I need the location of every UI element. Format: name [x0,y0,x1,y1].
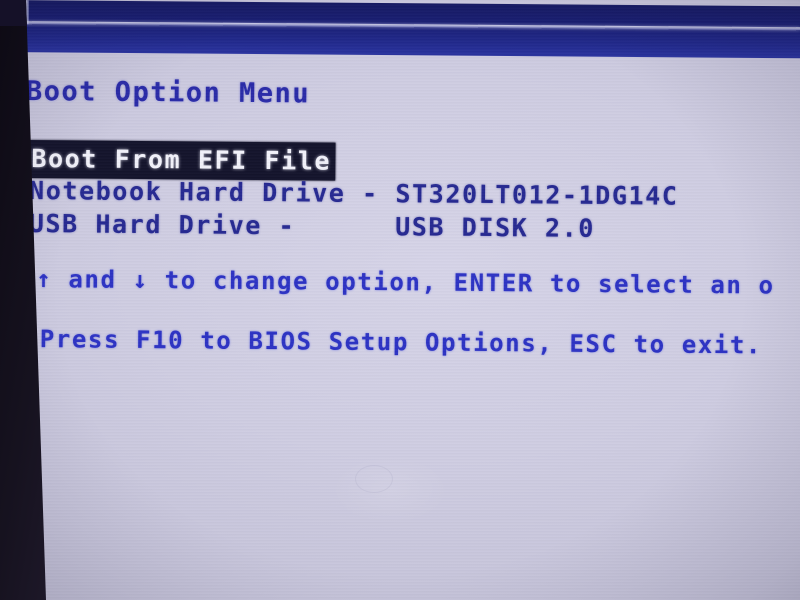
boot-option-efi-file[interactable]: Boot From EFI File [29,139,336,181]
bios-screen-photo: Boot Option Menu Boot From EFI File Note… [0,0,800,600]
bios-content-area: Boot Option Menu Boot From EFI File Note… [0,0,800,600]
hint-setup-and-exit: Press F10 to BIOS Setup Options, ESC to … [39,325,763,360]
page-title: Boot Option Menu [25,75,311,110]
boot-option-notebook-hard-drive[interactable]: Notebook Hard Drive - ST320LT012-1DG14C [29,176,679,211]
hint-change-option: ↑ and ↓ to change option, ENTER to selec… [36,265,775,300]
boot-option-usb-hard-drive[interactable]: USB Hard Drive - USB DISK 2.0 [29,209,595,243]
